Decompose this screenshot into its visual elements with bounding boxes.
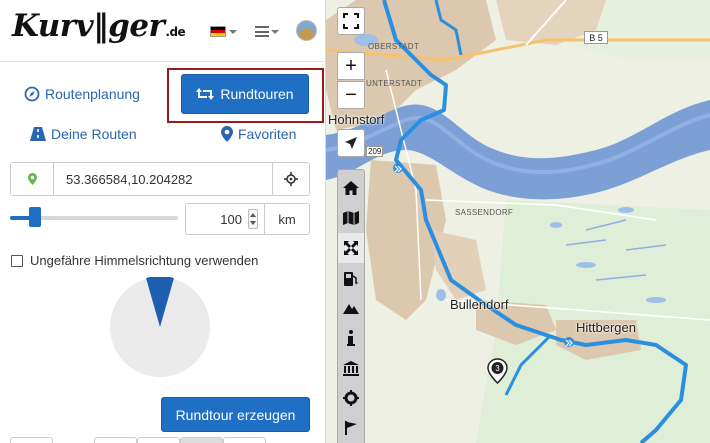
logo-swoosh: ‖ xyxy=(93,8,109,44)
nav-favoriten[interactable]: Favoriten xyxy=(221,126,296,142)
map-label-road-209: 209 xyxy=(366,146,384,157)
direction-checkbox[interactable] xyxy=(11,254,23,267)
waypoint-marker[interactable]: 3 xyxy=(487,358,508,384)
map-canvas[interactable] xyxy=(326,0,710,443)
logo-tld: .de xyxy=(165,25,186,39)
map-marker-icon xyxy=(221,126,233,142)
logo-text-start: Kurv xyxy=(12,8,94,44)
app-window: Kurv‖ger.de Routenplanung Rundtouren Dei… xyxy=(0,0,710,443)
locate-me-button[interactable] xyxy=(272,163,309,195)
logo[interactable]: Kurv‖ger.de xyxy=(12,8,186,44)
zoom-out-button[interactable]: − xyxy=(337,81,365,109)
map-label-b5: B 5 xyxy=(584,31,608,44)
nav-routenplanung-label: Routenplanung xyxy=(45,86,140,102)
nav-routenplanung[interactable]: Routenplanung xyxy=(24,86,140,102)
nav-deine-routen-label: Deine Routen xyxy=(51,126,137,142)
logo-text-end: ger xyxy=(108,8,165,44)
distance-spinner[interactable] xyxy=(248,209,258,229)
avatar[interactable] xyxy=(296,20,317,41)
map-label-bullendorf: Bullendorf xyxy=(450,297,509,312)
bottom-tab[interactable] xyxy=(223,437,266,443)
bottom-tab[interactable] xyxy=(10,437,53,443)
fuel-icon[interactable] xyxy=(338,263,364,293)
distance-group: 100 km xyxy=(185,203,310,235)
bottom-tabs xyxy=(10,437,310,443)
map-view[interactable]: OBERSTADT UNTERSTADT Hohnstorf SASSENDOR… xyxy=(326,0,710,443)
header: Kurv‖ger.de xyxy=(0,0,326,62)
direction-compass[interactable] xyxy=(110,277,210,377)
zoom-in-button[interactable]: + xyxy=(337,52,365,80)
direction-label: Ungefähre Himmelsrichtung verwenden xyxy=(30,253,259,268)
info-icon[interactable] xyxy=(338,323,364,353)
map-label-hohnstorf: Hohnstorf xyxy=(328,112,385,127)
fullscreen-button[interactable] xyxy=(337,7,365,35)
chevron-down-icon[interactable] xyxy=(229,30,237,34)
retweet-icon xyxy=(196,88,215,100)
road-icon xyxy=(30,127,46,141)
arrows-icon[interactable] xyxy=(338,233,364,263)
rundtouren-label: Rundtouren xyxy=(220,86,294,102)
gear-icon[interactable] xyxy=(338,383,364,413)
direction-option[interactable]: Ungefähre Himmelsrichtung verwenden xyxy=(11,253,258,268)
nav-favoriten-label: Favoriten xyxy=(238,126,297,142)
map-marker-icon xyxy=(11,163,54,195)
bottom-tab[interactable] xyxy=(180,437,223,443)
map-toolbar xyxy=(337,169,365,443)
fullscreen-icon xyxy=(343,13,359,29)
museum-icon[interactable] xyxy=(338,353,364,383)
german-flag-icon[interactable] xyxy=(210,26,226,37)
mountain-icon[interactable] xyxy=(338,293,364,323)
location-arrow-icon xyxy=(345,137,357,149)
hamburger-icon[interactable] xyxy=(255,26,269,37)
waypoint-number: 3 xyxy=(495,364,500,373)
nav-deine-routen[interactable]: Deine Routen xyxy=(30,126,137,142)
rundtouren-button[interactable]: Rundtouren xyxy=(181,74,309,114)
chevron-down-icon[interactable] xyxy=(271,30,279,34)
map-label-sassendorf: SASSENDORF xyxy=(455,208,514,217)
distance-slider-handle[interactable] xyxy=(29,207,42,227)
distance-value: 100 xyxy=(220,211,242,227)
distance-input[interactable]: 100 xyxy=(185,203,265,235)
flag-icon[interactable] xyxy=(338,413,364,443)
map-icon[interactable] xyxy=(338,203,364,233)
map-label-oberstadt: OBERSTADT xyxy=(368,42,420,51)
map-label-unterstadt: UNTERSTADT xyxy=(366,79,423,88)
compass-icon xyxy=(24,86,40,102)
home-icon[interactable] xyxy=(338,173,364,203)
map-label-hittbergen: Hittbergen xyxy=(576,320,636,335)
start-coordinates-group xyxy=(10,162,310,196)
bottom-tab[interactable] xyxy=(137,437,180,443)
crosshair-icon xyxy=(284,172,298,186)
sidebar: Kurv‖ger.de Routenplanung Rundtouren Dei… xyxy=(0,0,326,443)
start-coordinates-input[interactable] xyxy=(54,163,272,195)
distance-unit: km xyxy=(265,203,310,235)
reset-north-button[interactable] xyxy=(337,129,365,157)
bottom-tab[interactable] xyxy=(94,437,137,443)
create-tour-button[interactable]: Rundtour erzeugen xyxy=(161,397,310,432)
